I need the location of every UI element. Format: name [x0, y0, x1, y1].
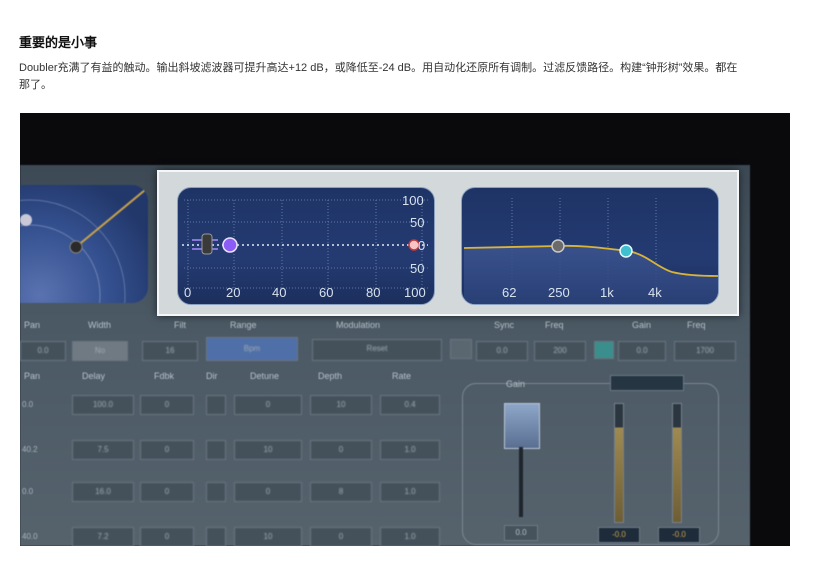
freq-label-250: 250	[548, 285, 570, 300]
gain-value: 0.0	[504, 525, 538, 541]
row-label: 40.0	[22, 532, 38, 541]
meter-right	[672, 403, 682, 523]
gain-fader-track[interactable]	[519, 447, 523, 517]
meter-right-value: -0.0	[658, 527, 700, 543]
detune-field[interactable]: 10	[234, 440, 302, 460]
mix-grid	[182, 199, 428, 289]
freq-field[interactable]: 200	[534, 341, 586, 361]
column-label: Pan	[24, 371, 41, 381]
delay-field[interactable]: 16.0	[72, 482, 134, 502]
delay-field[interactable]: 7.2	[72, 527, 134, 546]
param-label: Modulation	[336, 320, 381, 330]
pan-display-graphic	[20, 189, 146, 303]
meter-left-value: -0.0	[598, 527, 640, 543]
fdbk-field[interactable]: 0	[140, 395, 194, 415]
gain-field[interactable]: 0.0	[618, 341, 666, 361]
scale-bottom-40: 40	[272, 285, 287, 300]
rate-field[interactable]: 1.0	[380, 527, 440, 546]
dir-toggle[interactable]	[206, 482, 226, 502]
scale-bottom-0: 0	[184, 285, 192, 300]
modulation-reset-button[interactable]: Reset	[312, 339, 442, 361]
scale-right-50: 50	[410, 215, 425, 230]
dir-toggle[interactable]	[206, 527, 226, 546]
freq-label-62: 62	[502, 285, 517, 300]
scale-bottom-20: 20	[226, 285, 241, 300]
depth-field[interactable]: 0	[310, 440, 372, 460]
scale-bottom-60: 60	[319, 285, 334, 300]
filt-field[interactable]: 16	[142, 341, 198, 361]
pan-field[interactable]: 0.0	[20, 341, 66, 361]
column-label: Detune	[250, 371, 280, 381]
page-title: 重要的是小事	[19, 35, 98, 50]
gain-title: Gain	[506, 379, 526, 389]
depth-field[interactable]: 8	[310, 482, 372, 502]
gain-toggle[interactable]	[594, 341, 614, 359]
param-label: Gain	[632, 320, 652, 330]
row-label: 0.0	[22, 487, 34, 496]
param-label: Range	[230, 320, 257, 330]
column-label: Depth	[318, 371, 343, 381]
rate-field[interactable]: 1.0	[380, 482, 440, 502]
param-label: Sync	[494, 320, 515, 330]
scale-right-100: 100	[402, 193, 424, 208]
scale-right-50b: 50	[410, 261, 425, 276]
detune-field[interactable]: 0	[234, 395, 302, 415]
column-label: Delay	[82, 371, 106, 381]
meter-left	[614, 403, 624, 523]
column-label: Dir	[206, 371, 218, 381]
depth-field[interactable]: 0	[310, 527, 372, 546]
range-field[interactable]: Bpm	[206, 337, 298, 361]
param-label: Freq	[545, 320, 564, 330]
freq-label-1k: 1k	[600, 285, 614, 300]
scale-bottom-80: 80	[366, 285, 381, 300]
detune-field[interactable]: 10	[234, 527, 302, 546]
column-label: Fdbk	[154, 371, 175, 381]
article-description: Doubler充满了有益的触动。输出斜坡滤波器可提升高达+12 dB，或降低至-…	[19, 62, 738, 91]
row-label: 0.0	[22, 400, 34, 409]
gain-fader-cap[interactable]	[504, 403, 540, 449]
param-label: Width	[88, 320, 112, 330]
column-label: Rate	[392, 371, 412, 381]
param-label: Freq	[687, 320, 706, 330]
eq-display: 62 250 1k 4k	[461, 187, 719, 305]
freq-label-4k: 4k	[648, 285, 662, 300]
detune-field[interactable]: 0	[234, 482, 302, 502]
plugin-screenshot: Pan Width Filt Range Modulation Sync Fre…	[20, 113, 790, 546]
width-field[interactable]: No	[72, 341, 128, 361]
row-label: 40.2	[22, 445, 38, 454]
highlighted-displays: 100 50 0 50 0 20 40 60 80 100 62 250 1k …	[157, 170, 739, 316]
param-label: Pan	[24, 320, 41, 330]
delay-field[interactable]: 7.5	[72, 440, 134, 460]
mix-display: 100 50 0 50 0 20 40 60 80 100	[177, 187, 435, 305]
rate-field[interactable]: 0.4	[380, 395, 440, 415]
dir-toggle[interactable]	[206, 440, 226, 460]
fdbk-field[interactable]: 0	[140, 527, 194, 546]
fdbk-field[interactable]: 0	[140, 482, 194, 502]
pan-display	[20, 185, 148, 303]
eq-curve	[463, 198, 718, 304]
delay-field[interactable]: 100.0	[72, 395, 134, 415]
rate-field[interactable]: 1.0	[380, 440, 440, 460]
scale-right-0: 0	[418, 238, 426, 253]
sync-field[interactable]: 0.0	[476, 341, 528, 361]
scale-bottom-100: 100	[404, 285, 426, 300]
sync-toggle[interactable]	[450, 339, 472, 359]
param-label: Filt	[174, 320, 186, 330]
depth-field[interactable]: 10	[310, 395, 372, 415]
meter-header	[610, 375, 684, 391]
dir-toggle[interactable]	[206, 395, 226, 415]
freq2-field[interactable]: 1700	[674, 341, 736, 361]
fdbk-field[interactable]: 0	[140, 440, 194, 460]
